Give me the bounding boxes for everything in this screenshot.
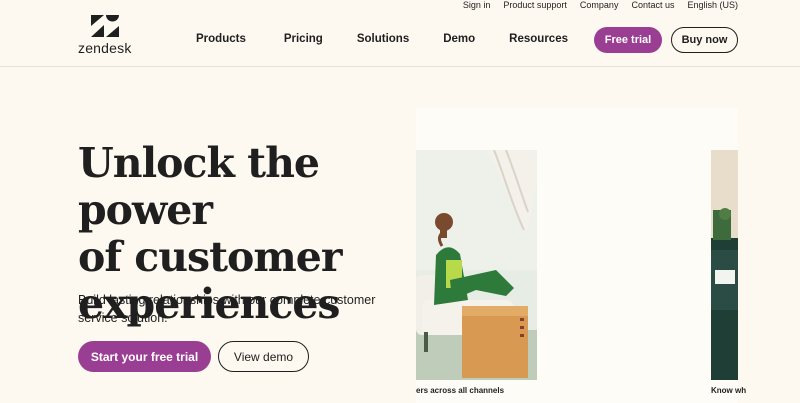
zendesk-logo-icon (91, 15, 119, 37)
start-free-trial-button[interactable]: Start your free trial (78, 341, 211, 372)
hero-subtitle-line: service solution. (78, 311, 168, 325)
sign-in-link[interactable]: Sign in (463, 0, 491, 12)
zendesk-logo[interactable]: zendesk (78, 14, 134, 56)
utility-nav: Sign in Product support Company Contact … (463, 0, 738, 12)
language-selector[interactable]: English (US) (687, 0, 738, 12)
nav-resources[interactable]: Resources (509, 33, 568, 45)
hero-subtitle-line: Build lasting relationships with our com… (78, 293, 376, 307)
nav-pricing[interactable]: Pricing (284, 33, 323, 45)
buy-now-button[interactable]: Buy now (671, 27, 738, 53)
nav-products[interactable]: Products (196, 33, 246, 45)
carousel-caption: ers across all channels (416, 386, 505, 395)
company-link[interactable]: Company (580, 0, 619, 12)
product-support-link[interactable]: Product support (503, 0, 567, 12)
main-nav: Products Pricing Solutions Demo Resource… (196, 33, 568, 45)
woman-in-armchair-photo (416, 150, 537, 380)
office-workspace-photo (711, 150, 738, 380)
view-demo-button[interactable]: View demo (218, 341, 309, 372)
free-trial-button[interactable]: Free trial (594, 27, 662, 53)
contact-us-link[interactable]: Contact us (631, 0, 674, 12)
hero-subtitle: Build lasting relationships with our com… (78, 291, 408, 327)
hero-title-line: Unlock the power (78, 139, 320, 234)
logo-wordmark: zendesk (78, 40, 132, 56)
carousel-caption: Know wh (711, 386, 747, 395)
nav-solutions[interactable]: Solutions (357, 33, 409, 45)
carousel-card-image[interactable] (711, 150, 738, 380)
nav-demo[interactable]: Demo (443, 33, 475, 45)
hero-title-line: of customer (78, 233, 342, 281)
carousel-card-image[interactable] (416, 150, 537, 380)
